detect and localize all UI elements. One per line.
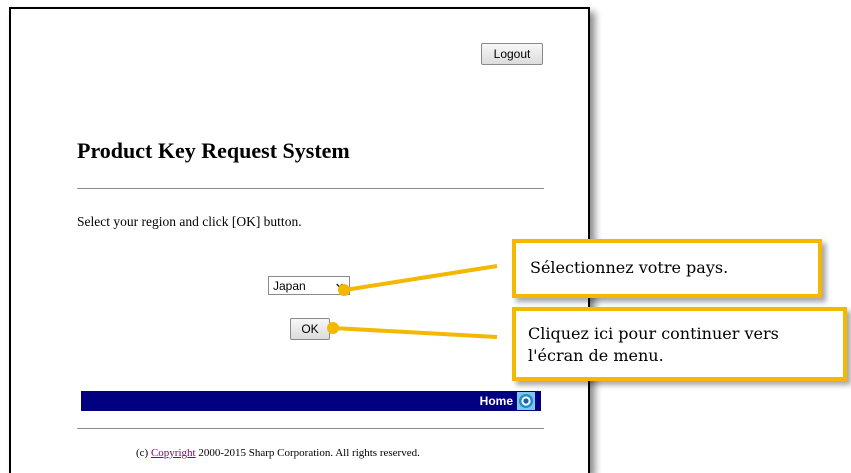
- callout-leader-lines: [327, 264, 498, 339]
- callout-select-country: Sélectionnez votre pays.: [512, 239, 822, 298]
- callout-select-country-text: Sélectionnez votre pays.: [530, 258, 729, 277]
- leader-dot-ok: [327, 322, 339, 334]
- callout-continue-menu: Cliquez ici pour continuer vers l'écran …: [512, 307, 847, 381]
- leader-line-ok: [332, 326, 498, 339]
- leader-dot-select: [338, 284, 350, 296]
- callout-continue-line-1: Cliquez ici pour continuer vers: [528, 324, 779, 343]
- callout-continue-line-2: l'écran de menu.: [528, 346, 664, 365]
- leader-line-select: [344, 264, 498, 292]
